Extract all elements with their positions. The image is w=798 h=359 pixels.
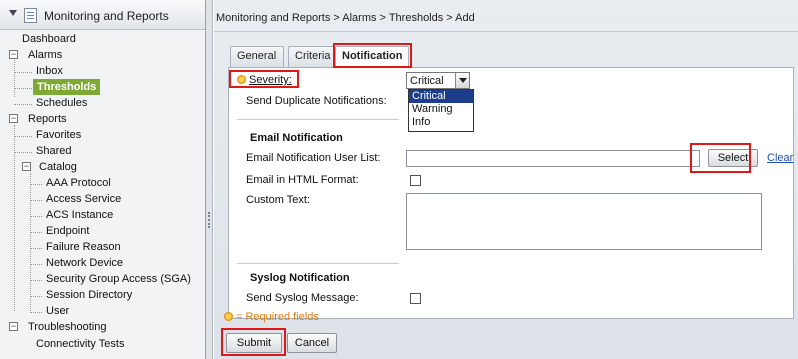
sidebar-item-inbox[interactable]: Inbox <box>36 63 63 79</box>
breadcrumb: Monitoring and Reports > Alarms > Thresh… <box>216 12 475 24</box>
tree-connector <box>30 312 42 313</box>
severity-label-text: Severity: <box>249 74 292 86</box>
tab-criteria[interactable]: Criteria <box>288 46 336 67</box>
expander-minus-icon[interactable]: − <box>9 322 18 331</box>
expander-minus-icon[interactable]: − <box>9 114 18 123</box>
tree-connector <box>30 216 42 217</box>
pane-splitter[interactable] <box>206 0 213 359</box>
severity-option-critical[interactable]: Critical <box>409 90 473 103</box>
sidebar-item-aaa-protocol[interactable]: AAA Protocol <box>46 175 111 191</box>
tree-connector <box>30 232 42 233</box>
sidebar-item-troubleshooting[interactable]: Troubleshooting <box>28 319 106 335</box>
tree-connector <box>14 88 32 89</box>
required-star-icon <box>224 312 233 321</box>
tab-notification[interactable]: Notification <box>335 46 409 68</box>
sidebar-title: Monitoring and Reports <box>44 9 169 23</box>
send-syslog-checkbox[interactable] <box>410 293 421 304</box>
sidebar-item-alarms[interactable]: Alarms <box>28 47 62 63</box>
severity-select[interactable]: Critical <box>406 72 470 89</box>
severity-dropdown-list: Critical Warning Info <box>408 89 474 132</box>
sidebar-item-dashboard[interactable]: Dashboard <box>22 31 76 47</box>
tree-connector <box>30 184 42 185</box>
splitter-grip-icon[interactable] <box>208 212 210 228</box>
sidebar-item-thresholds[interactable]: Thresholds <box>33 79 101 95</box>
sidebar-item-failure-reason[interactable]: Failure Reason <box>46 239 121 255</box>
clear-link[interactable]: Clear <box>767 152 793 164</box>
syslog-notification-header: Syslog Notification <box>250 272 350 284</box>
sidebar-item-endpoint[interactable]: Endpoint <box>46 223 89 239</box>
section-divider <box>237 263 399 264</box>
email-html-format-checkbox[interactable] <box>410 175 421 186</box>
chevron-down-icon[interactable] <box>9 10 17 16</box>
required-star-icon <box>237 75 246 84</box>
required-fields-note: = Required fields <box>224 311 319 323</box>
sidebar-item-catalog[interactable]: Catalog <box>39 159 77 175</box>
email-notification-header: Email Notification <box>250 132 343 144</box>
tree-connector <box>30 173 31 311</box>
sidebar-item-network-device[interactable]: Network Device <box>46 255 123 271</box>
custom-text-label: Custom Text: <box>246 194 310 206</box>
expander-minus-icon[interactable]: − <box>22 162 31 171</box>
sidebar-item-user[interactable]: User <box>46 303 69 319</box>
tree-connector <box>14 136 32 137</box>
tree-connector <box>30 280 42 281</box>
sidebar-item-session-directory[interactable]: Session Directory <box>46 287 132 303</box>
main-content: Monitoring and Reports > Alarms > Thresh… <box>214 0 798 359</box>
tab-general[interactable]: General <box>230 46 284 67</box>
custom-text-area[interactable] <box>406 193 762 250</box>
tree-connector <box>14 104 32 105</box>
tree-connector <box>30 296 42 297</box>
tree-connector <box>30 264 42 265</box>
required-fields-text: = Required fields <box>236 311 319 323</box>
dropdown-arrow-icon[interactable] <box>455 73 469 88</box>
tree-connector <box>14 152 32 153</box>
expander-minus-icon[interactable]: − <box>9 50 18 59</box>
sidebar-item-sga[interactable]: Security Group Access (SGA) <box>46 271 191 287</box>
severity-selected-value: Critical <box>410 75 444 87</box>
sidebar-item-connectivity-tests[interactable]: Connectivity Tests <box>36 336 124 352</box>
cancel-button[interactable]: Cancel <box>287 333 337 353</box>
submit-button[interactable]: Submit <box>226 333 282 353</box>
notification-panel: Severity: Critical Critical Warning Info… <box>228 67 794 319</box>
email-html-format-label: Email in HTML Format: <box>246 174 359 186</box>
sidebar-header[interactable]: Monitoring and Reports <box>0 0 205 30</box>
navigation-sidebar: Monitoring and Reports Dashboard − Alarm… <box>0 0 206 359</box>
select-button[interactable]: Select <box>708 149 758 167</box>
breadcrumb-divider <box>214 31 798 32</box>
send-duplicate-label: Send Duplicate Notifications: <box>246 95 387 107</box>
sidebar-item-shared[interactable]: Shared <box>36 143 71 159</box>
email-user-list-input[interactable] <box>406 150 700 167</box>
send-syslog-label: Send Syslog Message: <box>246 292 359 304</box>
severity-option-info[interactable]: Info <box>409 116 473 129</box>
tree-connector <box>30 200 42 201</box>
section-divider <box>237 119 399 120</box>
sidebar-item-access-service[interactable]: Access Service <box>46 191 121 207</box>
sidebar-item-schedules[interactable]: Schedules <box>36 95 87 111</box>
tree-connector <box>14 72 32 73</box>
sidebar-item-acs-instance[interactable]: ACS Instance <box>46 207 113 223</box>
reports-app-icon <box>24 8 37 23</box>
sidebar-item-reports[interactable]: Reports <box>28 111 67 127</box>
severity-option-warning[interactable]: Warning <box>409 103 473 116</box>
severity-label: Severity: <box>237 74 292 86</box>
sidebar-item-favorites[interactable]: Favorites <box>36 127 81 143</box>
tree-connector <box>14 57 15 97</box>
tree-connector <box>30 248 42 249</box>
email-user-list-label: Email Notification User List: <box>246 152 381 164</box>
